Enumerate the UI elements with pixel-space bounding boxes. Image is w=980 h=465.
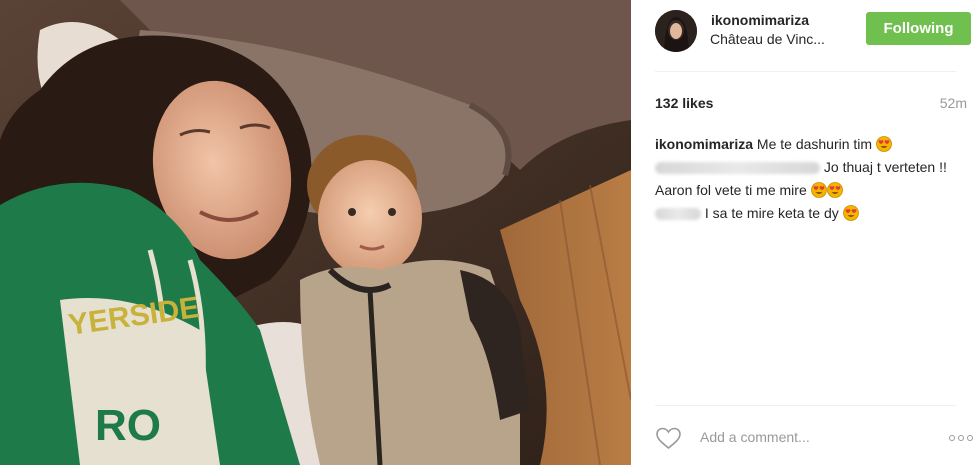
comment-text: Jo thuaj t verteten !! xyxy=(823,159,947,175)
comment-item: I sa te mire keta te dy xyxy=(655,202,975,225)
svg-text:RO: RO xyxy=(95,401,161,450)
comments-list: ikonomimariza Me te dashurin tim Jo thua… xyxy=(655,133,975,225)
caption-author[interactable]: ikonomimariza xyxy=(655,136,753,152)
likes-count[interactable]: 132 likes xyxy=(655,95,713,111)
following-button[interactable]: Following xyxy=(866,12,971,45)
divider xyxy=(655,71,956,72)
post-photo[interactable]: YERSIDE RO xyxy=(0,0,631,465)
more-options-icon[interactable] xyxy=(949,435,973,441)
post-header: ikonomimariza Château de Vinc... Followi… xyxy=(631,0,980,72)
post-side-panel: ikonomimariza Château de Vinc... Followi… xyxy=(631,0,980,465)
post-time[interactable]: 52m xyxy=(940,95,967,111)
heart-eyes-emoji-icon xyxy=(826,182,843,198)
heart-eyes-emoji-icon xyxy=(842,205,859,221)
avatar[interactable] xyxy=(655,10,697,52)
caption: ikonomimariza Me te dashurin tim xyxy=(655,133,975,156)
instagram-post: YERSIDE RO ikonomimariza Château de Vinc… xyxy=(0,0,980,465)
divider xyxy=(655,405,956,406)
comment-text: I sa te mire keta te dy xyxy=(704,205,839,221)
hidden-username[interactable] xyxy=(655,162,820,175)
heart-eyes-emoji-icon xyxy=(876,136,892,152)
heart-outline-icon[interactable] xyxy=(655,426,682,450)
username[interactable]: ikonomimariza xyxy=(711,12,809,28)
location[interactable]: Château de Vinc... xyxy=(710,31,850,47)
add-comment-input[interactable]: Add a comment... xyxy=(700,429,810,445)
comment-item: Jo thuaj t verteten !! Aaron fol vete ti… xyxy=(655,156,975,202)
comment-text-continued: Aaron fol vete ti me mire xyxy=(655,182,807,198)
heart-eyes-emoji-icon xyxy=(810,182,827,198)
hidden-username[interactable] xyxy=(655,208,701,221)
add-comment-row: Add a comment... xyxy=(655,425,955,451)
caption-text: Me te dashurin tim xyxy=(756,136,873,152)
